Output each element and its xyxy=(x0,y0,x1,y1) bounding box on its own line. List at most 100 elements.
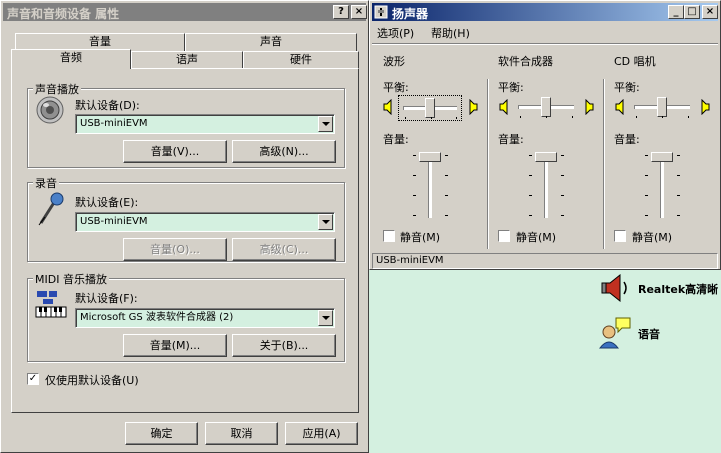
tick-mark xyxy=(413,155,416,156)
tick-mark xyxy=(445,155,448,156)
tick-mark xyxy=(662,116,663,118)
playback-volume-button[interactable]: 音量(V)... xyxy=(123,140,227,163)
tick-mark xyxy=(431,117,432,119)
balance-slider[interactable] xyxy=(632,95,694,121)
apply-button[interactable]: 应用(A) xyxy=(285,422,358,445)
tick-mark xyxy=(561,155,564,156)
midi-volume-button[interactable]: 音量(M)... xyxy=(123,334,227,357)
tick-mark xyxy=(561,215,564,216)
balance-thumb[interactable] xyxy=(541,97,551,117)
ok-button[interactable]: 确定 xyxy=(125,422,198,445)
chevron-down-icon[interactable] xyxy=(318,310,333,326)
balance-label: 平衡: xyxy=(498,81,524,94)
mixer-app-icon xyxy=(374,5,388,19)
close-button[interactable]: × xyxy=(351,5,367,19)
tick-mark xyxy=(677,195,680,196)
volume-label: 音量: xyxy=(614,133,640,146)
tick-mark xyxy=(445,175,448,176)
cancel-button[interactable]: 取消 xyxy=(205,422,278,445)
mute-checkbox[interactable] xyxy=(383,230,395,242)
tick-mark xyxy=(413,175,416,176)
chevron-down-icon[interactable] xyxy=(318,116,333,132)
volume-label: 音量: xyxy=(498,133,524,146)
mute-label: 静音(M) xyxy=(632,231,673,244)
midi-keyboard-icon xyxy=(35,291,67,318)
tab-audio[interactable]: 音频 xyxy=(11,49,131,69)
record-device-select[interactable]: USB-miniEVM xyxy=(75,212,335,232)
speaker-left-icon xyxy=(499,99,508,115)
only-default-checkbox[interactable]: ✓ xyxy=(27,373,39,385)
speaker-mixer-window: 扬声器 _ □ × 选项(P) 帮助(H) 波形 平衡: 音量: 静音(M) 软… xyxy=(369,0,721,270)
menu-options[interactable]: 选项(P) xyxy=(377,25,414,41)
minimize-button[interactable]: _ xyxy=(668,5,684,19)
tick-mark xyxy=(636,116,637,118)
desktop-icon-speech[interactable]: 语音 xyxy=(598,316,708,350)
midi-about-button[interactable]: 关于(B)... xyxy=(232,334,336,357)
speaker-right-icon xyxy=(469,99,478,115)
speaker-device-icon xyxy=(36,96,64,124)
only-default-label: 仅使用默认设备(U) xyxy=(45,374,139,387)
balance-label: 平衡: xyxy=(383,81,409,94)
tick-mark xyxy=(645,195,648,196)
speaker-right-icon xyxy=(585,99,594,115)
desktop-icon-realtek[interactable]: Realtek高清晰 xyxy=(600,272,721,304)
properties-titlebar[interactable]: 声音和音频设备 属性 ? × xyxy=(3,3,367,21)
tick-mark xyxy=(445,215,448,216)
playback-default-label: 默认设备(D): xyxy=(75,99,140,112)
desktop-icon-label: Realtek高清晰 xyxy=(638,283,719,296)
midi-device-select[interactable]: Microsoft GS 波表软件合成器 (2) xyxy=(75,308,335,328)
chevron-down-icon[interactable] xyxy=(318,214,333,230)
mixer-status-bar: USB-miniEVM xyxy=(372,253,718,269)
channel-name: 波形 xyxy=(383,55,405,68)
record-volume-button[interactable]: 音量(O)... xyxy=(123,238,227,261)
maximize-button[interactable]: □ xyxy=(684,5,700,19)
midi-default-label: 默认设备(F): xyxy=(75,292,138,305)
playback-device-select[interactable]: USB-miniEVM xyxy=(75,114,335,134)
balance-label: 平衡: xyxy=(614,81,640,94)
tab-voice[interactable]: 语声 xyxy=(131,51,243,69)
desktop-icon-label: 语音 xyxy=(638,328,660,341)
tick-mark xyxy=(445,195,448,196)
volume-thumb[interactable] xyxy=(535,152,557,162)
playback-advanced-button[interactable]: 高级(N)... xyxy=(232,140,336,163)
channel-cd: CD 唱机 平衡: 音量: 静音(M) xyxy=(602,45,720,255)
menu-help[interactable]: 帮助(H) xyxy=(431,25,470,41)
tick-mark xyxy=(645,215,648,216)
channel-synth: 软件合成器 平衡: 音量: 静音(M) xyxy=(486,45,603,255)
speech-icon xyxy=(598,317,631,349)
help-button[interactable]: ? xyxy=(333,5,349,19)
mute-label: 静音(M) xyxy=(400,231,441,244)
record-advanced-button[interactable]: 高级(C)... xyxy=(232,238,336,261)
close-button[interactable]: × xyxy=(702,5,718,19)
balance-thumb[interactable] xyxy=(657,97,667,117)
sound-properties-window: 声音和音频设备 属性 ? × 音量 声音 音频 语声 硬件 声音播放 默认设备(… xyxy=(0,0,369,453)
tick-mark xyxy=(561,175,564,176)
volume-thumb[interactable] xyxy=(419,152,441,162)
tick-mark xyxy=(677,155,680,156)
channel-name: 软件合成器 xyxy=(498,55,553,68)
volume-thumb[interactable] xyxy=(651,152,673,162)
tick-mark xyxy=(677,215,680,216)
midi-group-label: MIDI 音乐播放 xyxy=(33,271,109,287)
balance-thumb[interactable] xyxy=(425,98,435,118)
speaker-icon xyxy=(601,274,627,302)
mixer-titlebar[interactable]: 扬声器 _ □ × xyxy=(372,3,718,21)
tick-mark xyxy=(456,117,457,119)
channel-wave: 波形 平衡: 音量: 静音(M) xyxy=(370,45,487,255)
tick-mark xyxy=(572,116,573,118)
balance-slider[interactable] xyxy=(398,95,462,121)
tab-hardware[interactable]: 硬件 xyxy=(243,51,359,69)
balance-slider[interactable] xyxy=(516,95,578,121)
tick-mark xyxy=(645,175,648,176)
tick-mark xyxy=(561,195,564,196)
mixer-title: 扬声器 xyxy=(392,7,429,21)
speaker-left-icon xyxy=(383,99,392,115)
tick-mark xyxy=(413,195,416,196)
tab-sounds[interactable]: 声音 xyxy=(185,33,357,51)
mute-checkbox[interactable] xyxy=(498,230,510,242)
mute-checkbox[interactable] xyxy=(614,230,626,242)
tick-mark xyxy=(529,195,532,196)
speaker-left-icon xyxy=(615,99,624,115)
tick-mark xyxy=(405,117,406,119)
tick-mark xyxy=(677,175,680,176)
